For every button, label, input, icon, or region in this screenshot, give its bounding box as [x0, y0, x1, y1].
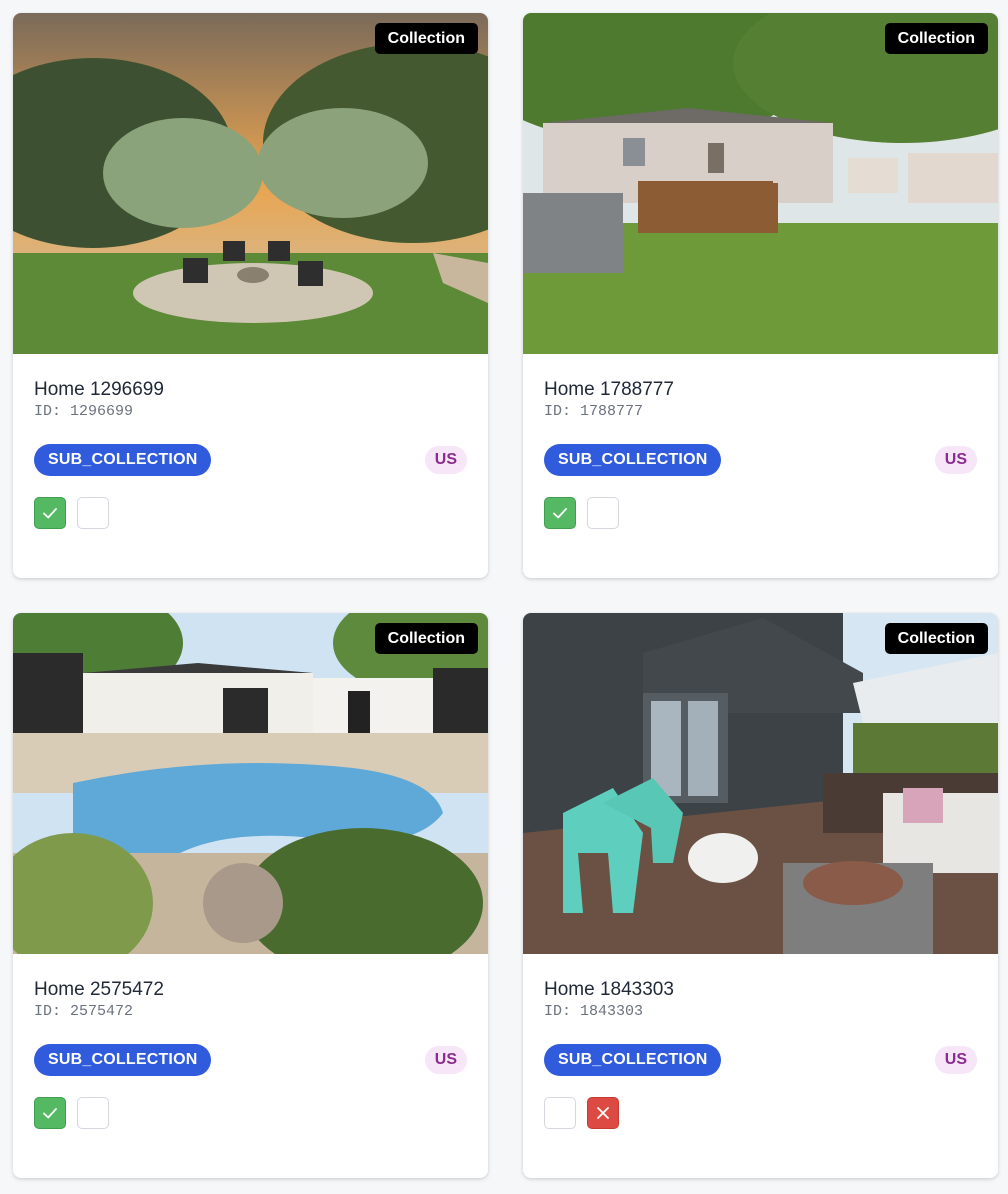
check-icon: [43, 508, 57, 519]
approve-checkbox[interactable]: [34, 497, 66, 529]
reject-checkbox[interactable]: [77, 1097, 109, 1129]
listing-card[interactable]: Collection Home 1296699 ID: 1296699 SUB_…: [13, 13, 488, 578]
approve-checkbox[interactable]: [34, 1097, 66, 1129]
reject-checkbox[interactable]: [77, 497, 109, 529]
region-badge: US: [934, 1046, 977, 1074]
listing-id: ID: 1843303: [544, 1003, 644, 1020]
card-body: Home 1843303 ID: 1843303 SUB_COLLECTION …: [523, 954, 998, 1129]
sub-collection-badge: SUB_COLLECTION: [544, 1044, 722, 1076]
sub-collection-badge: SUB_COLLECTION: [34, 444, 212, 476]
check-icon: [553, 508, 567, 519]
region-badge: US: [934, 446, 977, 474]
card-body: Home 1296699 ID: 1296699 SUB_COLLECTION …: [13, 354, 488, 529]
check-icon: [43, 1108, 57, 1119]
listing-photo[interactable]: Collection: [13, 13, 488, 354]
listing-card[interactable]: Collection Home 1788777 ID: 1788777 SUB_…: [523, 13, 998, 578]
listing-id: ID: 1788777: [544, 403, 644, 420]
reject-checkbox[interactable]: [587, 1097, 619, 1129]
listing-title: Home 1788777: [544, 379, 674, 400]
listing-title: Home 1296699: [34, 379, 164, 400]
collection-badge: Collection: [374, 623, 478, 654]
approve-checkbox[interactable]: [544, 1097, 576, 1129]
listing-photo[interactable]: Collection: [523, 613, 998, 954]
region-badge: US: [424, 1046, 467, 1074]
listing-id: ID: 1296699: [34, 403, 134, 420]
reject-checkbox[interactable]: [587, 497, 619, 529]
sub-collection-badge: SUB_COLLECTION: [544, 444, 722, 476]
region-badge: US: [424, 446, 467, 474]
approve-checkbox[interactable]: [544, 497, 576, 529]
card-body: Home 2575472 ID: 2575472 SUB_COLLECTION …: [13, 954, 488, 1129]
card-body: Home 1788777 ID: 1788777 SUB_COLLECTION …: [523, 354, 998, 529]
collection-badge: Collection: [884, 23, 988, 54]
listing-title: Home 2575472: [34, 979, 164, 1000]
listing-card[interactable]: Collection Home 2575472 ID: 2575472 SUB_…: [13, 613, 488, 1178]
listing-card[interactable]: Collection Home 1843303 ID: 1843303 SUB_…: [523, 613, 998, 1178]
listing-id: ID: 2575472: [34, 1003, 134, 1020]
collection-badge: Collection: [374, 23, 478, 54]
listing-photo[interactable]: Collection: [13, 613, 488, 954]
listing-photo[interactable]: Collection: [523, 13, 998, 354]
listing-title: Home 1843303: [544, 979, 674, 1000]
collection-badge: Collection: [884, 623, 988, 654]
sub-collection-badge: SUB_COLLECTION: [34, 1044, 212, 1076]
x-icon: [597, 1107, 609, 1119]
